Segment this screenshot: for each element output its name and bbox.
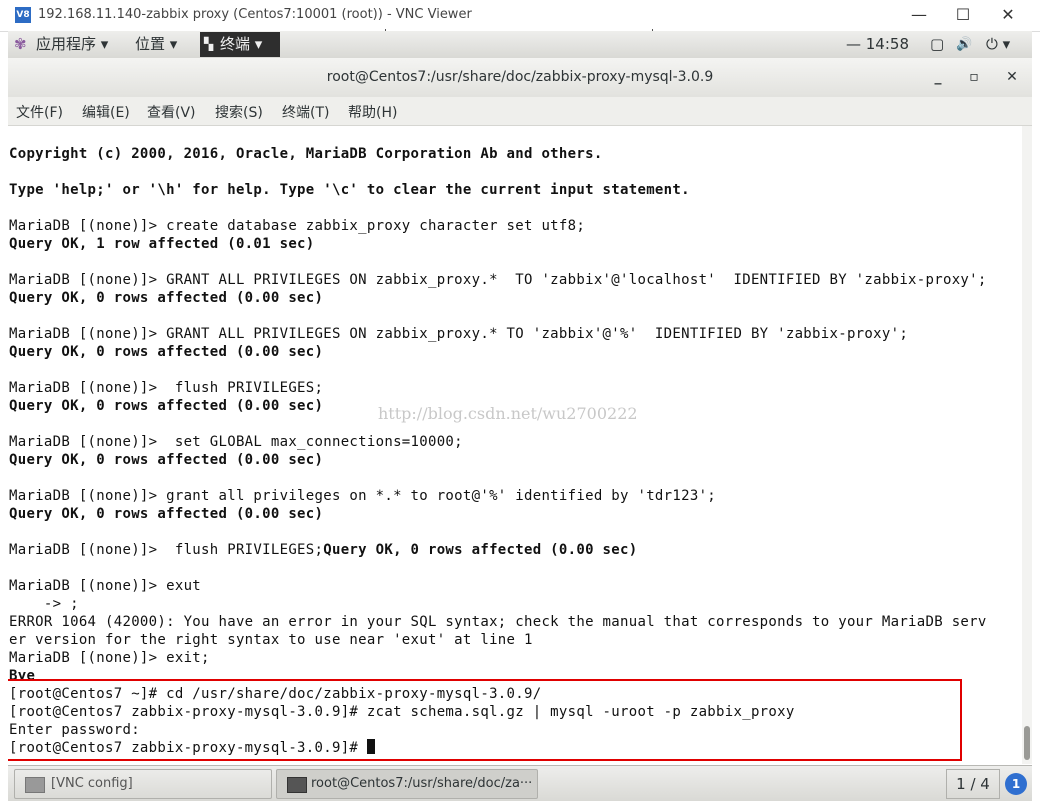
menu-terminal[interactable]: 终端(T) [282, 102, 329, 122]
terminal-line: Bye [9, 668, 36, 679]
scrollbar-thumb[interactable] [1024, 726, 1030, 760]
taskbar-terminal[interactable]: root@Centos7:/usr/share/doc/za··· [276, 769, 538, 799]
terminal-minimize-button[interactable]: _ [929, 68, 947, 86]
terminal-line: MariaDB [(none)]> exit; [9, 650, 210, 666]
terminal-line-segment: Query OK, 0 rows affected (0.00 sec) [323, 542, 638, 558]
terminal-icon: ▚ [204, 37, 214, 51]
vnc-titlebar: V8 192.168.11.140-zabbix proxy (Centos7:… [0, 0, 1040, 32]
terminal-icon [287, 777, 307, 793]
screen-icon[interactable]: ▢ [930, 34, 944, 55]
window-icon [25, 777, 45, 793]
menu-edit[interactable]: 编辑(E) [82, 102, 130, 122]
menu-search[interactable]: 搜索(S) [215, 102, 263, 122]
minimize-button[interactable]: — [897, 4, 941, 28]
terminal-line: MariaDB [(none)]> create database zabbix… [9, 218, 586, 234]
terminal-line: er version for the right syntax to use n… [9, 632, 533, 648]
terminal-line: MariaDB [(none)]> flush PRIVILEGES; [9, 380, 324, 396]
terminal-line: Query OK, 1 row affected (0.01 sec) [9, 236, 315, 252]
terminal-close-button[interactable]: ✕ [1003, 68, 1021, 86]
terminal-line: ERROR 1064 (42000): You have an error in… [9, 614, 987, 630]
menu-file[interactable]: 文件(F) [16, 102, 63, 122]
notification-badge[interactable]: 1 [1005, 773, 1027, 795]
maximize-button[interactable]: ☐ [941, 4, 985, 28]
applications-icon: ✾ [14, 35, 27, 53]
terminal-menubar: 文件(F) 编辑(E) 查看(V) 搜索(S) 终端(T) 帮助(H) [8, 97, 1032, 126]
terminal-output[interactable]: Copyright (c) 2000, 2016, Oracle, MariaD… [8, 126, 1022, 764]
power-icon[interactable]: ⏻ ▾ [986, 34, 1010, 55]
vnc-logo-icon: V8 [15, 7, 31, 23]
terminal-line: Query OK, 0 rows affected (0.00 sec) [9, 290, 324, 306]
applications-menu[interactable]: 应用程序 ▾ [36, 34, 108, 55]
highlight-annotation [8, 679, 962, 761]
terminal-line: Query OK, 0 rows affected (0.00 sec) [9, 398, 324, 414]
terminal-line: MariaDB [(none)]> grant all privileges o… [9, 488, 717, 504]
places-menu[interactable]: 位置 ▾ [135, 34, 177, 55]
terminal-scrollbar[interactable] [1022, 126, 1032, 764]
taskbar-vnc-config-label: [VNC config] [51, 776, 133, 791]
workspace-pager[interactable]: 1 / 4 [946, 769, 1000, 799]
close-button[interactable]: ✕ [986, 4, 1030, 28]
volume-icon[interactable]: 🔊 [956, 34, 972, 55]
terminal-line-segment: MariaDB [(none)]> flush PRIVILEGES; [9, 542, 324, 558]
bottom-taskbar: [VNC config] root@Centos7:/usr/share/doc… [8, 765, 1032, 801]
gnome-top-panel: ✾ 应用程序 ▾ 位置 ▾ ▚ 终端 ▾ — 14:58 ▢ 🔊 ⏻ ▾ [8, 31, 1032, 59]
taskbar-vnc-config[interactable]: [VNC config] [14, 769, 272, 799]
terminal-menu-label: 终端 ▾ [220, 35, 263, 53]
taskbar-terminal-label: root@Centos7:/usr/share/doc/za··· [311, 776, 533, 791]
clock[interactable]: — 14:58 [846, 34, 909, 55]
terminal-window: root@Centos7:/usr/share/doc/zabbix-proxy… [8, 58, 1032, 764]
terminal-line: Type 'help;' or '\h' for help. Type '\c'… [9, 182, 690, 198]
terminal-line: MariaDB [(none)]> GRANT ALL PRIVILEGES O… [9, 326, 909, 342]
menu-view[interactable]: 查看(V) [147, 102, 196, 122]
terminal-app-menu[interactable]: ▚ 终端 ▾ [200, 32, 280, 57]
terminal-line: Query OK, 0 rows affected (0.00 sec) [9, 452, 324, 468]
terminal-maximize-button[interactable]: ▫ [965, 68, 983, 86]
menu-help[interactable]: 帮助(H) [348, 102, 397, 122]
terminal-line: Copyright (c) 2000, 2016, Oracle, MariaD… [9, 146, 603, 162]
terminal-line: MariaDB [(none)]> set GLOBAL max_connect… [9, 434, 463, 450]
terminal-title: root@Centos7:/usr/share/doc/zabbix-proxy… [326, 69, 714, 85]
terminal-line: MariaDB [(none)]> exut [9, 578, 202, 594]
terminal-line: MariaDB [(none)]> GRANT ALL PRIVILEGES O… [9, 272, 987, 288]
terminal-titlebar: root@Centos7:/usr/share/doc/zabbix-proxy… [8, 58, 1032, 98]
terminal-line: -> ; [9, 596, 79, 612]
watermark: http://blog.csdn.net/wu2700222 [378, 404, 638, 423]
terminal-line: Query OK, 0 rows affected (0.00 sec) [9, 506, 324, 522]
vnc-window-title: 192.168.11.140-zabbix proxy (Centos7:100… [38, 7, 472, 22]
terminal-line: Query OK, 0 rows affected (0.00 sec) [9, 344, 324, 360]
terminal-line: MariaDB [(none)]> flush PRIVILEGES;Query… [9, 541, 637, 559]
